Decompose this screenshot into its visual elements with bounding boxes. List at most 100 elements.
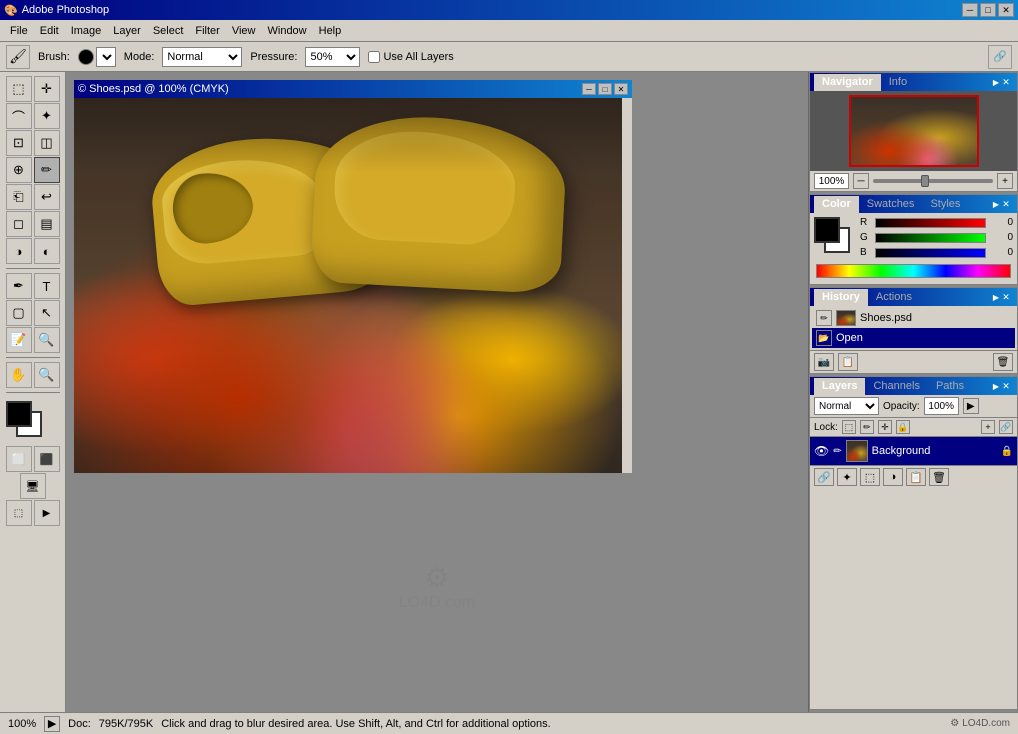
tool-dodge[interactable]: ◑ <box>6 238 32 264</box>
quickmask-mode[interactable]: ⬛ <box>34 446 60 472</box>
nav-preview <box>810 91 1017 171</box>
new-layer-btn[interactable]: 📋 <box>906 468 926 486</box>
tool-slice[interactable]: ◫ <box>34 130 60 156</box>
menu-help[interactable]: Help <box>313 23 348 39</box>
history-delete[interactable]: 🗑 <box>993 353 1013 371</box>
add-layer-style-btn[interactable]: ✦ <box>837 468 857 486</box>
tool-heal[interactable]: ⊕ <box>6 157 32 183</box>
brush-select[interactable] <box>96 47 116 67</box>
r-slider[interactable] <box>875 218 986 228</box>
tool-marquee[interactable]: ⬚ <box>6 76 32 102</box>
nav-zoom-in[interactable]: + <box>997 173 1013 189</box>
color-rainbow-bar[interactable] <box>816 264 1011 278</box>
history-item-open[interactable]: 📂 Open <box>812 328 1015 348</box>
opacity-input[interactable] <box>924 397 959 415</box>
blend-mode-select[interactable]: Normal Multiply Screen <box>814 397 879 415</box>
menu-view[interactable]: View <box>226 23 262 39</box>
layers-tab[interactable]: Layers <box>814 378 865 395</box>
maximize-button[interactable]: □ <box>980 3 996 17</box>
tool-pen[interactable]: ✒ <box>6 273 32 299</box>
paths-tab[interactable]: Paths <box>928 378 972 394</box>
foreground-color-swatch[interactable] <box>6 401 32 427</box>
tool-zoom[interactable]: 🔍 <box>34 362 60 388</box>
menu-edit[interactable]: Edit <box>34 23 65 39</box>
tool-crop[interactable]: ⊡ <box>6 130 32 156</box>
menu-window[interactable]: Window <box>262 23 313 39</box>
nav-zoom-out[interactable]: ─ <box>853 173 869 189</box>
link-layers-btn[interactable]: 🔗 <box>814 468 834 486</box>
tool-notes[interactable]: 📝 <box>6 327 32 353</box>
tool-magic-wand[interactable]: ✦ <box>34 103 60 129</box>
delete-layer-btn[interactable]: 🗑 <box>929 468 949 486</box>
b-slider[interactable] <box>875 248 986 258</box>
layer-row-background[interactable]: 👁 ✏ Background 🔒 <box>810 437 1017 465</box>
fg-swatch[interactable] <box>814 217 840 243</box>
minimize-button[interactable]: ─ <box>962 3 978 17</box>
navigator-panel-close[interactable]: ✕ <box>999 76 1013 88</box>
add-to-selection[interactable]: + <box>981 420 995 434</box>
close-button[interactable]: ✕ <box>998 3 1014 17</box>
history-item-open-thumb[interactable]: ✏ Shoes.psd <box>812 308 1015 328</box>
document-canvas[interactable] <box>74 98 622 473</box>
mode-select[interactable]: Normal Dissolve Multiply Screen <box>162 47 242 67</box>
tool-gradient[interactable]: ▤ <box>34 211 60 237</box>
menu-select[interactable]: Select <box>147 23 190 39</box>
lock-position[interactable]: ✛ <box>878 420 892 434</box>
history-tab[interactable]: History <box>814 289 868 306</box>
menu-image[interactable]: Image <box>65 23 108 39</box>
lock-all[interactable]: 🔒 <box>896 420 910 434</box>
add-mask-btn[interactable]: ⬚ <box>860 468 880 486</box>
doc-close-button[interactable]: ✕ <box>614 83 628 95</box>
lock-transparent[interactable]: ⬚ <box>842 420 856 434</box>
channels-tab[interactable]: Channels <box>865 378 927 394</box>
menu-filter[interactable]: Filter <box>189 23 225 39</box>
title-bar-controls[interactable]: ─ □ ✕ <box>962 3 1014 17</box>
tool-text[interactable]: T <box>34 273 60 299</box>
layers-panel-close[interactable]: ✕ <box>999 380 1013 392</box>
lock-image[interactable]: ✏ <box>860 420 874 434</box>
nav-zoom-slider[interactable] <box>873 179 993 183</box>
tool-history-brush[interactable]: ↩ <box>34 184 60 210</box>
tool-clone[interactable]: ⎗ <box>6 184 32 210</box>
menu-layer[interactable]: Layer <box>107 23 147 39</box>
swatches-tab[interactable]: Swatches <box>859 196 923 212</box>
status-arrow[interactable]: ▶ <box>44 716 60 732</box>
standard-mode[interactable]: ⬜ <box>6 446 32 472</box>
edit-standard[interactable]: ⬚ <box>6 500 32 526</box>
layer-visibility-icon[interactable]: 👁 <box>814 444 829 458</box>
color-tab[interactable]: Color <box>814 196 859 213</box>
tool-burn[interactable]: ◐ <box>34 238 60 264</box>
styles-tab[interactable]: Styles <box>922 196 968 212</box>
color-panel-close[interactable]: ✕ <box>999 198 1013 210</box>
menu-file[interactable]: File <box>4 23 34 39</box>
tool-shape[interactable]: ▢ <box>6 300 32 326</box>
history-new-snapshot[interactable]: 📷 <box>814 353 834 371</box>
history-new-doc[interactable]: 📋 <box>838 353 858 371</box>
tool-hand[interactable]: ✋ <box>6 362 32 388</box>
layer-link-icon[interactable]: ✏ <box>833 446 841 457</box>
tool-eraser[interactable]: ◻ <box>6 211 32 237</box>
navigator-tab[interactable]: Navigator <box>814 74 881 91</box>
tool-eyedropper[interactable]: 🔍 <box>34 327 60 353</box>
right-options-icon[interactable]: 🔗 <box>988 45 1012 69</box>
actions-tab[interactable]: Actions <box>868 289 920 305</box>
document-titlebar-controls[interactable]: ─ □ ✕ <box>582 83 628 95</box>
doc-maximize-button[interactable]: □ <box>598 83 612 95</box>
history-panel-close[interactable]: ✕ <box>999 291 1013 303</box>
tool-move[interactable]: ✛ <box>34 76 60 102</box>
tool-lasso[interactable]: ⌒ <box>6 103 32 129</box>
tool-options-icon[interactable]: 🖌 <box>6 45 30 69</box>
doc-minimize-button[interactable]: ─ <box>582 83 596 95</box>
pressure-select[interactable]: 50% 100% 75% 25% <box>305 47 360 67</box>
new-fill-layer-btn[interactable]: ◑ <box>883 468 903 486</box>
screen-mode[interactable]: 🖥 <box>20 473 46 499</box>
nav-zoom-input[interactable] <box>814 173 849 189</box>
edit-imageready[interactable]: ▶ <box>34 500 60 526</box>
g-slider[interactable] <box>875 233 986 243</box>
opacity-arrow[interactable]: ▶ <box>963 398 979 414</box>
tool-brush[interactable]: ✏ <box>34 157 60 183</box>
info-tab[interactable]: Info <box>881 74 915 90</box>
link-layers[interactable]: 🔗 <box>999 420 1013 434</box>
tool-direct[interactable]: ↖ <box>34 300 60 326</box>
use-all-layers-checkbox[interactable] <box>368 51 380 63</box>
